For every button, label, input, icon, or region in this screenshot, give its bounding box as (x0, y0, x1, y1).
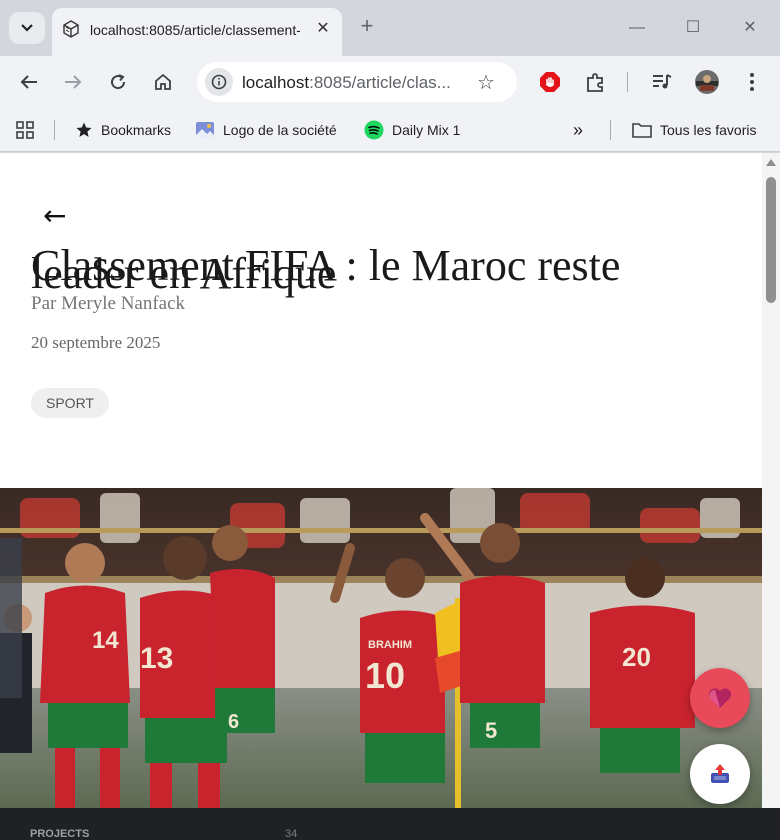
site-info-button[interactable] (205, 68, 233, 96)
like-button[interactable] (690, 668, 750, 728)
hero-image: 14 13 6 10 BRAHIM 5 20 (0, 488, 762, 808)
tab-title: localhost:8085/article/classement-fifa (90, 22, 300, 38)
category-tag[interactable]: SPORT (31, 388, 109, 418)
url-path: :8085/article/clas... (309, 73, 451, 92)
svg-text:BRAHIM: BRAHIM (368, 639, 412, 651)
football-team-photo: 14 13 6 10 BRAHIM 5 20 (0, 488, 762, 808)
close-window-button[interactable]: ✕ (740, 18, 760, 38)
home-icon (155, 73, 171, 90)
tab-strip: localhost:8085/article/classement-fifa ✕… (0, 0, 780, 56)
scroll-thumb[interactable] (766, 177, 776, 303)
menu-button[interactable] (738, 68, 766, 96)
profile-button[interactable] (693, 68, 721, 96)
tab-active[interactable]: localhost:8085/article/classement-fifa ✕ (52, 8, 342, 56)
bookmark-logo[interactable]: Logo de la société (195, 120, 337, 140)
back-arrow-icon[interactable]: ← (43, 201, 66, 231)
svg-text:6: 6 (228, 711, 239, 733)
article-title-line2: leader en Afrique (31, 249, 337, 298)
reload-icon (111, 74, 126, 90)
toolbar-divider (627, 72, 628, 92)
new-tab-button[interactable]: + (356, 15, 378, 38)
folder-icon (632, 121, 652, 139)
spotify-icon (364, 120, 384, 140)
adblock-icon (540, 72, 560, 92)
back-button[interactable] (15, 68, 43, 96)
bookmark-label: Bookmarks (101, 122, 172, 138)
bookmarks-divider (54, 120, 55, 140)
all-favorites-label: Tous les favoris (660, 122, 757, 138)
url-text[interactable]: localhost:8085/article/clas... (242, 73, 467, 93)
background-label: PROJECTS (30, 828, 90, 840)
maximize-button[interactable]: ☐ (683, 18, 703, 38)
image-icon (195, 120, 215, 140)
media-queue-icon (653, 74, 672, 89)
all-favorites-folder[interactable]: Tous les favoris (632, 120, 756, 140)
bookmark-daily-mix[interactable]: Daily Mix 1 (364, 120, 460, 140)
forward-icon (65, 75, 82, 89)
svg-text:14: 14 (92, 627, 119, 654)
svg-text:10: 10 (365, 655, 405, 696)
bookmark-label: Logo de la société (223, 122, 337, 138)
heart-icon (708, 688, 732, 708)
extensions-button[interactable] (582, 68, 610, 96)
apps-button[interactable] (16, 120, 34, 140)
home-button[interactable] (149, 68, 177, 96)
background-number: 34 (285, 828, 298, 840)
media-button[interactable] (648, 68, 676, 96)
back-icon (20, 75, 37, 89)
toolbar: localhost:8085/article/clas... ☆ (0, 56, 780, 108)
browser-window: localhost:8085/article/classement-fifa ✕… (0, 0, 780, 840)
url-host: localhost (242, 73, 310, 92)
article-date: 20 septembre 2025 (31, 333, 161, 352)
tab-search-button[interactable] (9, 12, 45, 44)
article-author: Par Meryle Nanfack (31, 293, 186, 314)
adblock-extension[interactable] (536, 68, 564, 96)
bookmark-label: Daily Mix 1 (392, 122, 461, 138)
bookmarks-overflow-button[interactable]: » (573, 120, 583, 140)
kebab-menu-icon (750, 73, 754, 91)
profile-avatar (695, 70, 719, 94)
forward-button[interactable] (59, 68, 87, 96)
bookmark-star-icon[interactable]: ☆ (477, 70, 495, 95)
scroll-up-icon[interactable] (766, 159, 776, 166)
info-icon (211, 74, 227, 90)
tab-close-icon[interactable]: ✕ (314, 20, 332, 38)
bookmarks-bar: Bookmarks Logo de la société Daily Mix 1… (0, 108, 780, 152)
share-button[interactable] (690, 744, 750, 804)
page-scrollbar[interactable] (762, 153, 780, 808)
reload-button[interactable] (104, 68, 132, 96)
cube-favicon-icon (63, 20, 79, 38)
star-icon (75, 121, 93, 139)
apps-grid-icon (16, 121, 34, 139)
chevron-down-icon (21, 24, 33, 32)
svg-text:20: 20 (622, 642, 651, 672)
svg-text:5: 5 (485, 718, 497, 743)
address-bar[interactable]: localhost:8085/article/clas... ☆ (197, 62, 517, 102)
article-page: ← Classement FIFA : le Maroc reste leade… (0, 153, 762, 808)
bookmark-bookmarks[interactable]: Bookmarks (75, 120, 171, 140)
svg-text:13: 13 (140, 642, 173, 675)
minimize-button[interactable]: — (627, 18, 647, 38)
bookmarks-divider (610, 120, 611, 140)
share-icon (711, 764, 729, 783)
puzzle-icon (587, 73, 603, 92)
background-window-strip: PROJECTS 34 (0, 808, 780, 840)
